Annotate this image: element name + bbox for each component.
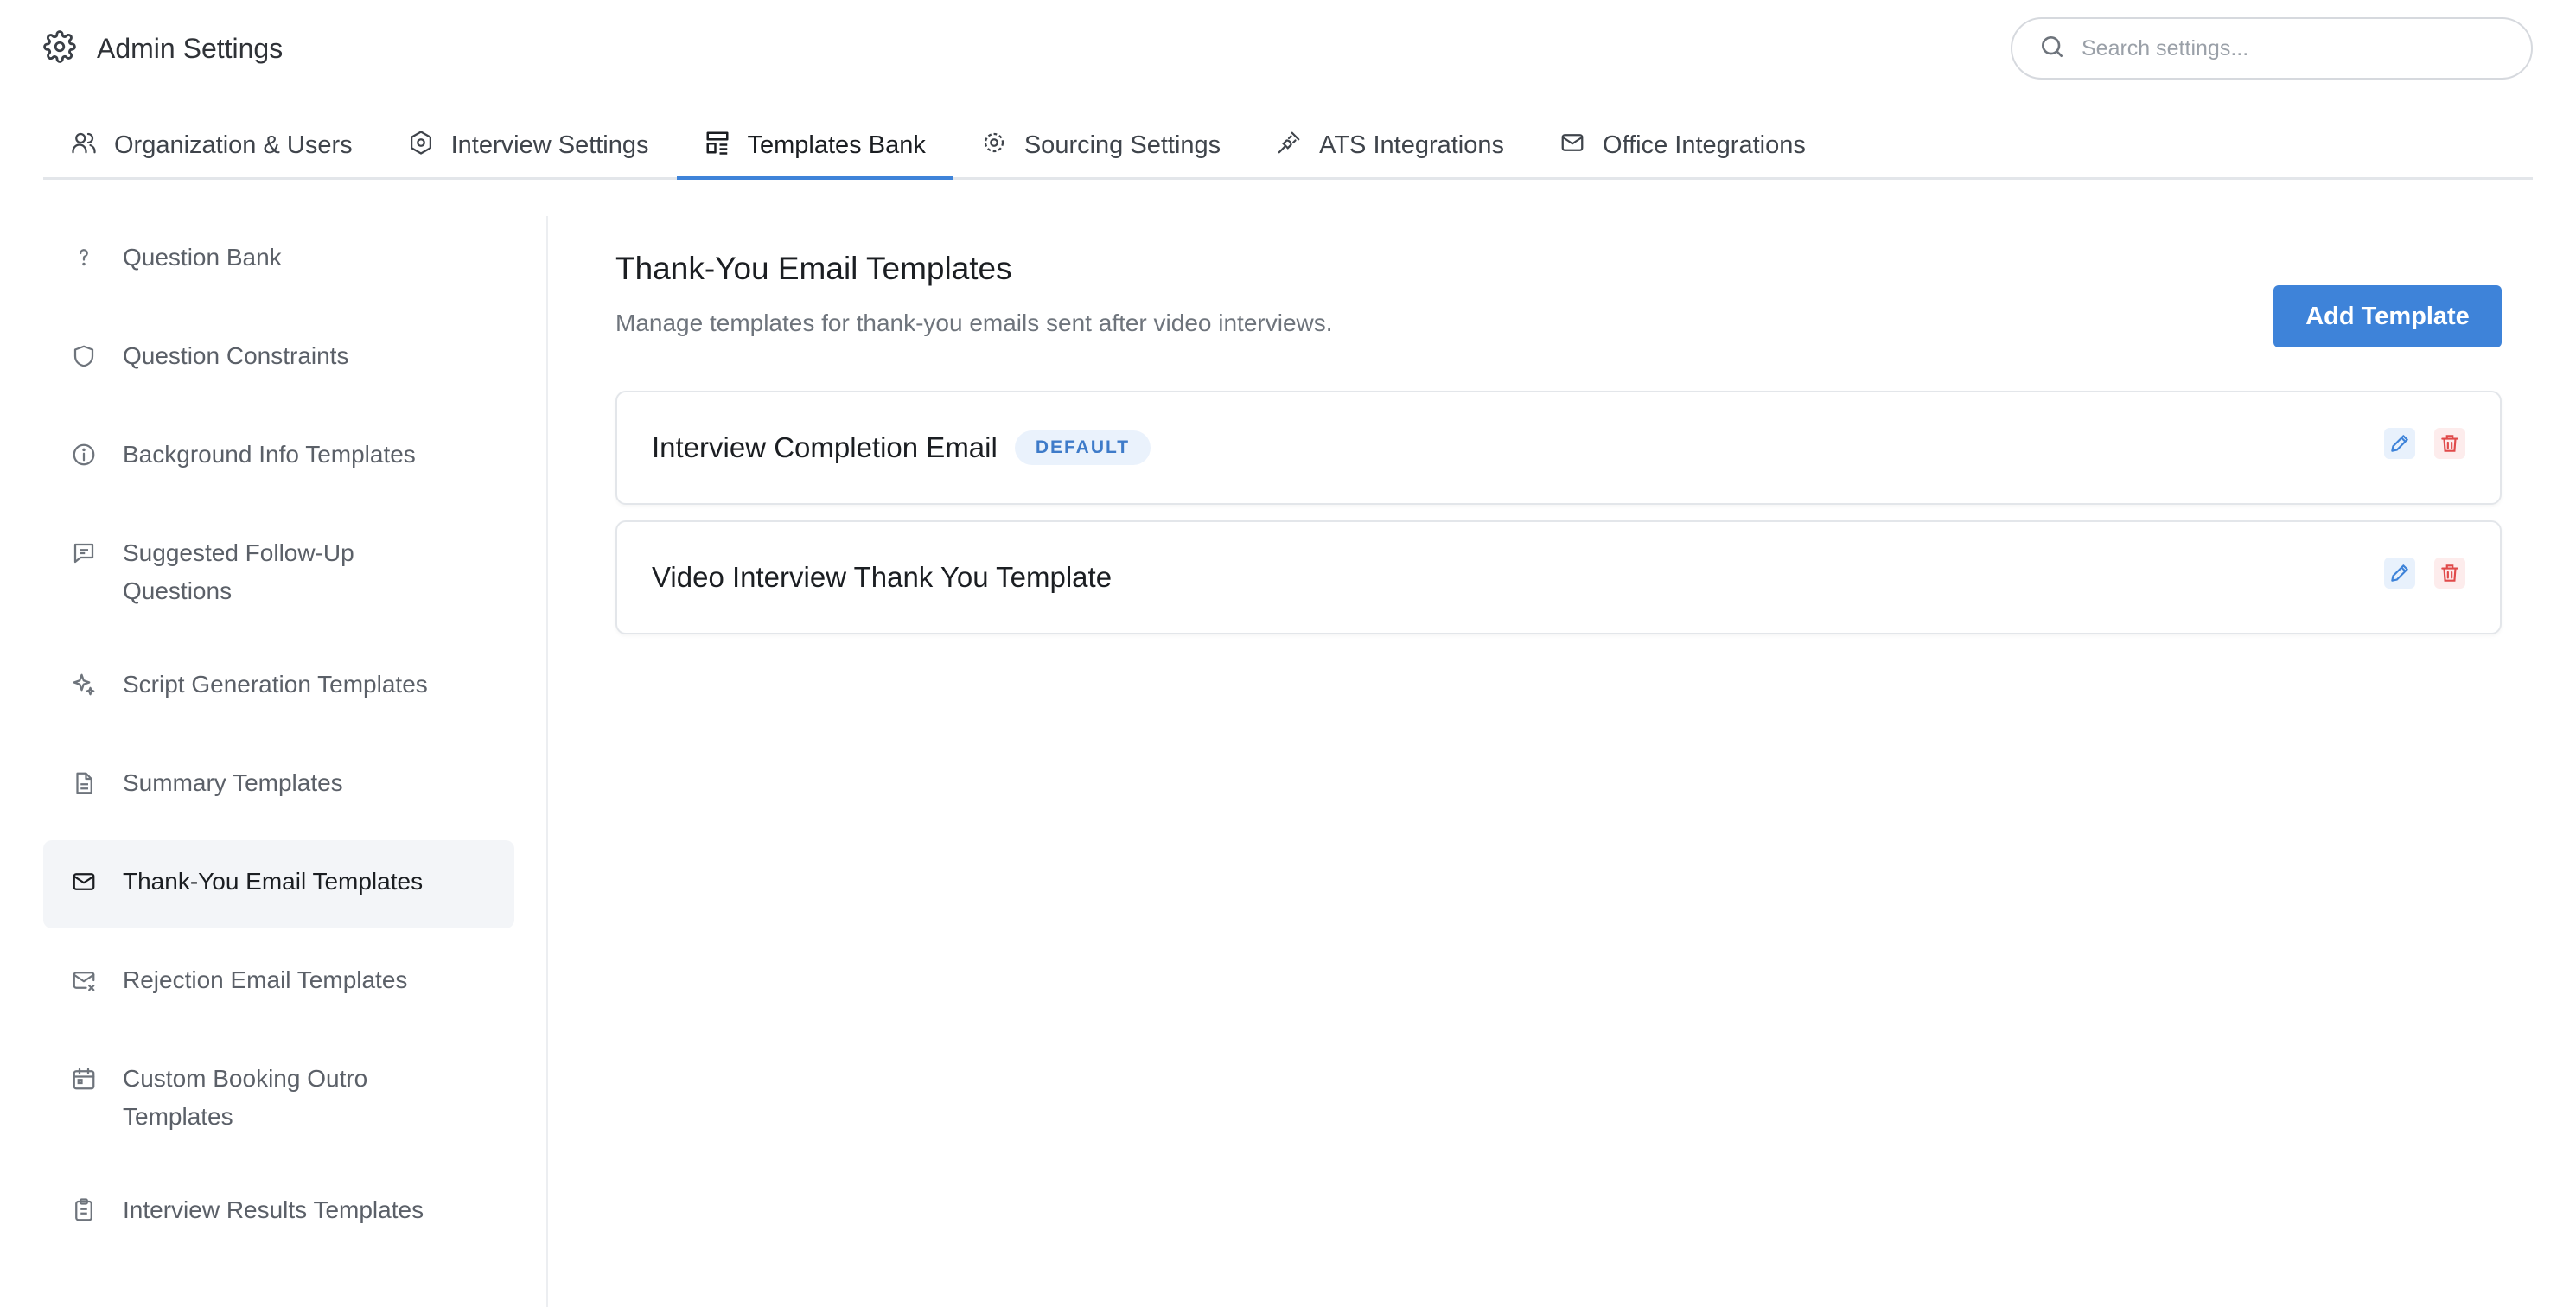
default-badge: DEFAULT: [1014, 430, 1151, 465]
sidebar-item-background-info-templates[interactable]: Background Info Templates: [43, 413, 514, 501]
info-icon: [71, 436, 97, 479]
sidebar-item-label: Script Generation Templates: [123, 671, 428, 698]
template-card-info: Interview Completion Email DEFAULT: [652, 430, 1151, 465]
brand: Admin Settings: [43, 29, 284, 67]
tab-templates-bank[interactable]: Templates Bank: [676, 114, 954, 180]
sidebar-item-label: Summary Templates: [123, 769, 343, 796]
tab-label: Organization & Users: [114, 131, 353, 159]
shield-icon: [71, 337, 97, 380]
tab-ats-integrations[interactable]: ATS Integrations: [1248, 114, 1532, 177]
template-list: Interview Completion Email DEFAULT Video…: [615, 391, 2502, 634]
template-card[interactable]: Interview Completion Email DEFAULT: [615, 391, 2502, 505]
page-title: Admin Settings: [97, 32, 284, 64]
tab-label: Office Integrations: [1603, 131, 1806, 159]
document-icon: [71, 764, 97, 807]
question-icon: [71, 239, 97, 282]
sidebar-item-label: Question Constraints: [123, 342, 349, 369]
sidebar-item-label: Thank-You Email Templates: [123, 868, 424, 895]
calendar-icon: [71, 1060, 97, 1103]
tab-bar: Organization & Users Interview Settings …: [43, 114, 2533, 180]
sparkles-icon: [71, 666, 97, 709]
tab-label: Sourcing Settings: [1023, 131, 1221, 159]
sidebar-item-label: Custom Booking Outro Templates: [123, 1065, 368, 1130]
tab-office-integrations[interactable]: Office Integrations: [1532, 114, 1833, 177]
sidebar-item-interview-results-templates[interactable]: Interview Results Templates: [43, 1169, 514, 1257]
section-header: Thank-You Email Templates Manage templat…: [615, 251, 2502, 347]
sidebar-item-suggested-follow-up-questions[interactable]: Suggested Follow-Up Questions: [43, 512, 514, 633]
sidebar-item-rejection-email-templates[interactable]: Rejection Email Templates: [43, 939, 514, 1027]
sidebar-item-summary-templates[interactable]: Summary Templates: [43, 742, 514, 830]
sidebar-item-label: Background Info Templates: [123, 441, 416, 468]
sidebar-item-label: Question Bank: [123, 244, 282, 271]
sidebar-item-thank-you-email-templates[interactable]: Thank-You Email Templates: [43, 840, 514, 928]
tab-organization-users[interactable]: Organization & Users: [43, 114, 380, 177]
delete-template-button[interactable]: [2434, 428, 2465, 459]
template-actions: [2384, 558, 2465, 589]
trash-icon: [2441, 564, 2458, 582]
mail-x-icon: [71, 961, 97, 1004]
tab-label: ATS Integrations: [1319, 131, 1505, 159]
search-box[interactable]: [2011, 17, 2533, 80]
section-title: Thank-You Email Templates: [615, 251, 1012, 286]
plug-icon: [1276, 130, 1302, 163]
sidebar-item-label: Suggested Follow-Up Questions: [123, 539, 354, 604]
pencil-icon: [2391, 564, 2408, 582]
pencil-icon: [2391, 435, 2408, 452]
templates-icon: [705, 130, 730, 163]
template-card-info: Video Interview Thank You Template: [652, 561, 1112, 594]
section-heading: Thank-You Email Templates Manage templat…: [615, 251, 1333, 337]
trash-icon: [2441, 435, 2458, 452]
message-question-icon: [71, 534, 97, 577]
tab-interview-settings[interactable]: Interview Settings: [380, 114, 677, 177]
edit-template-button[interactable]: [2384, 428, 2415, 459]
sidebar-item-question-bank[interactable]: Question Bank: [43, 216, 514, 304]
template-name: Video Interview Thank You Template: [652, 561, 1113, 593]
mail-icon: [1559, 130, 1585, 163]
template-name: Interview Completion Email: [652, 431, 998, 463]
sidebar-item-custom-booking-outro-templates[interactable]: Custom Booking Outro Templates: [43, 1037, 514, 1158]
sidebar-item-script-generation-templates[interactable]: Script Generation Templates: [43, 643, 514, 731]
tab-sourcing-settings[interactable]: Sourcing Settings: [953, 114, 1248, 177]
search-icon: [2038, 33, 2066, 65]
tab-label: Interview Settings: [450, 131, 649, 159]
main-content: Thank-You Email Templates Manage templat…: [615, 251, 2502, 650]
sidebar-item-label: Rejection Email Templates: [123, 966, 408, 993]
clipboard-icon: [71, 1191, 97, 1234]
header: Admin Settings: [43, 17, 2533, 80]
add-template-button[interactable]: Add Template: [2273, 285, 2502, 347]
sidebar-divider: [546, 216, 548, 1307]
gear-icon: [981, 130, 1007, 163]
mail-icon: [71, 863, 97, 906]
delete-template-button[interactable]: [2434, 558, 2465, 589]
edit-template-button[interactable]: [2384, 558, 2415, 589]
hexagon-gear-icon: [408, 130, 434, 163]
users-icon: [71, 130, 97, 163]
sidebar-item-question-constraints[interactable]: Question Constraints: [43, 315, 514, 403]
template-actions: [2384, 428, 2465, 459]
search-input[interactable]: [2082, 35, 2505, 61]
section-subtitle: Manage templates for thank-you emails se…: [615, 309, 1333, 336]
template-card[interactable]: Video Interview Thank You Template: [615, 520, 2502, 634]
tab-label: Templates Bank: [747, 131, 926, 159]
admin-settings-app: Admin Settings Organization & Users Inte…: [0, 0, 2576, 1307]
sidebar: Question Bank Question Constraints Backg…: [43, 216, 514, 1307]
gear-icon: [43, 29, 76, 67]
sidebar-item-label: Interview Results Templates: [123, 1196, 424, 1223]
